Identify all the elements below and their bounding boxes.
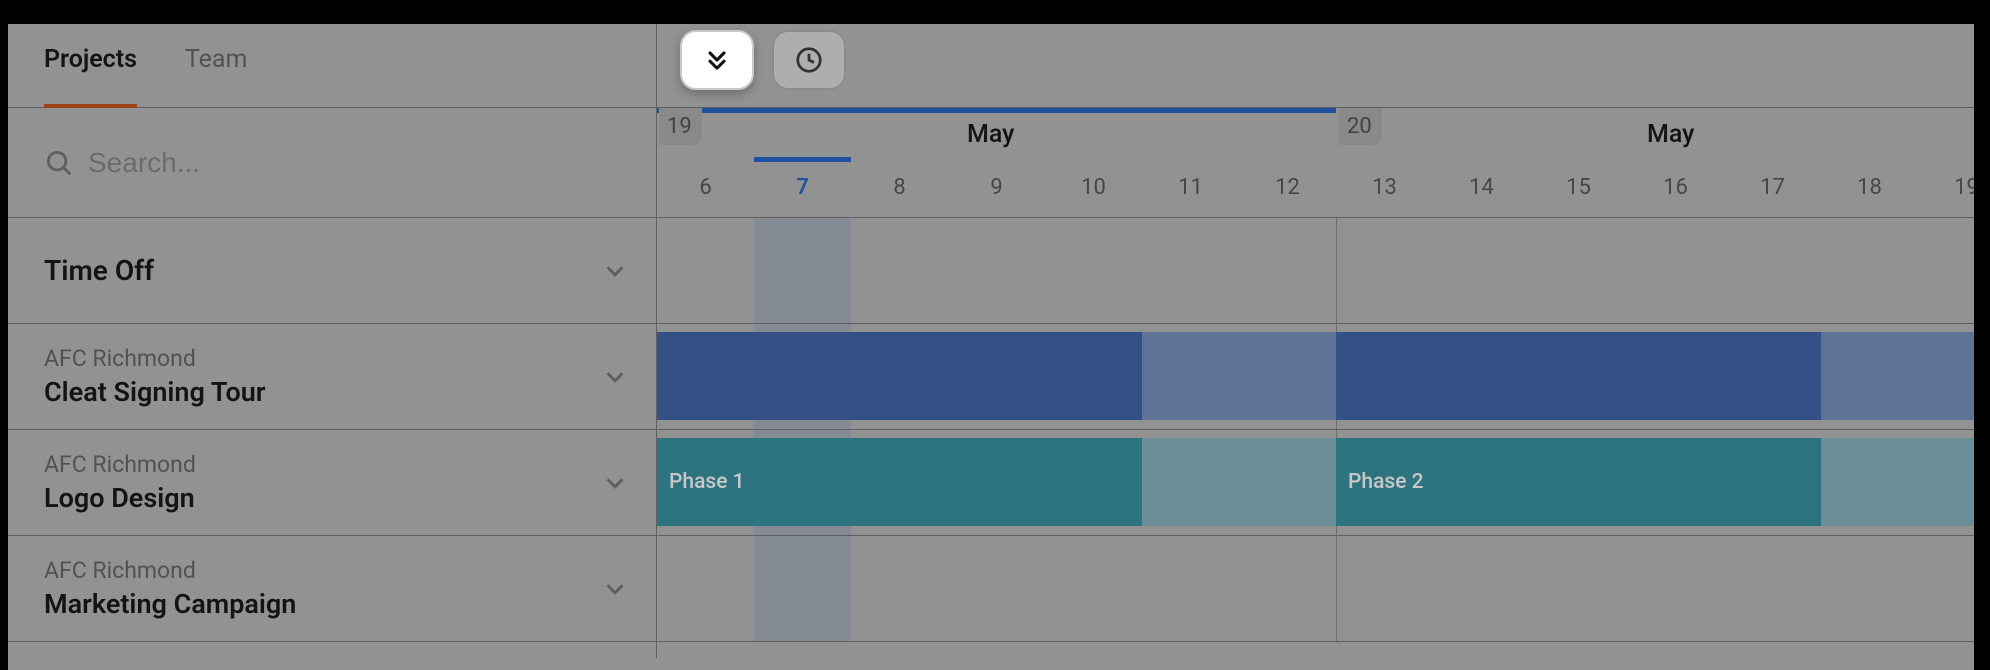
month-label-first: May [967, 120, 1014, 149]
gantt-bar-weekend[interactable] [1821, 438, 1990, 526]
week-indicator [657, 108, 1336, 113]
clock-icon [794, 45, 824, 75]
row-title: Logo Design [44, 482, 600, 514]
top-gutter [0, 12, 1990, 24]
month-label-second: May [1647, 120, 1694, 149]
row-client: AFC Richmond [44, 451, 600, 478]
gantt-bar-weekend[interactable] [1142, 438, 1336, 526]
row-marketing-campaign[interactable]: AFC Richmond Marketing Campaign [8, 536, 656, 642]
timeline-row-time-off[interactable] [657, 218, 1990, 324]
tab-projects[interactable]: Projects [44, 11, 137, 108]
today-indicator [754, 157, 851, 162]
day-cell[interactable]: 18 [1821, 157, 1918, 217]
row-logo-design[interactable]: AFC Richmond Logo Design [8, 430, 656, 536]
tabs: Projects Team [8, 12, 656, 108]
chevron-down-icon[interactable] [600, 256, 630, 286]
row-title: Marketing Campaign [44, 588, 600, 620]
left-gutter [0, 12, 8, 670]
timeline-header [657, 12, 1990, 108]
day-cell[interactable]: 9 [948, 157, 1045, 217]
row-client: AFC Richmond [44, 345, 600, 372]
gantt-bar-weekend[interactable] [1142, 332, 1336, 420]
search-input[interactable] [88, 147, 620, 179]
chevron-down-icon[interactable] [600, 362, 630, 392]
day-cell[interactable]: 12 [1239, 157, 1336, 217]
day-cell-today[interactable]: 7 [754, 157, 851, 217]
day-cell[interactable]: 10 [1045, 157, 1142, 217]
day-cell[interactable]: 15 [1530, 157, 1627, 217]
time-button[interactable] [772, 30, 846, 90]
chevron-down-icon[interactable] [600, 468, 630, 498]
row-title: Time Off [44, 254, 600, 287]
day-cell[interactable]: 14 [1433, 157, 1530, 217]
today-column [754, 218, 851, 323]
timeline-row-cleat[interactable] [657, 324, 1990, 430]
sidebar: Projects Team Time Off AF [8, 12, 657, 658]
row-cleat-signing[interactable]: AFC Richmond Cleat Signing Tour [8, 324, 656, 430]
gantt-bar[interactable] [657, 332, 1142, 420]
day-cell[interactable]: 17 [1724, 157, 1821, 217]
week-separator [1336, 536, 1337, 641]
row-client: AFC Richmond [44, 557, 600, 584]
day-cell[interactable]: 6 [657, 157, 754, 217]
expand-all-button[interactable] [680, 30, 754, 90]
week-separator [1336, 218, 1337, 323]
gantt-bar-phase1[interactable]: Phase 1 [657, 438, 1142, 526]
timeline-row-marketing[interactable] [657, 536, 1990, 642]
gantt-bar-phase2[interactable]: Phase 2 [1336, 438, 1821, 526]
gantt-bar[interactable] [1336, 332, 1821, 420]
toolbar [680, 30, 846, 90]
today-column [754, 536, 851, 641]
timeline[interactable]: 19 May 20 May 6 7 8 9 10 11 12 13 14 [657, 12, 1990, 658]
day-row: 6 7 8 9 10 11 12 13 14 15 16 17 18 [657, 157, 1990, 217]
chevron-down-icon[interactable] [600, 574, 630, 604]
right-gutter [1974, 12, 1990, 670]
day-cell[interactable]: 11 [1142, 157, 1239, 217]
week-label-first: 19 [659, 108, 702, 145]
gantt-bar-weekend[interactable] [1821, 332, 1990, 420]
row-time-off[interactable]: Time Off [8, 218, 656, 324]
double-chevron-down-icon [703, 46, 731, 74]
day-number: 7 [796, 175, 809, 200]
day-cell[interactable]: 8 [851, 157, 948, 217]
timeline-datebar: 19 May 20 May 6 7 8 9 10 11 12 13 14 [657, 108, 1990, 218]
row-title: Cleat Signing Tour [44, 376, 600, 408]
search-row [8, 108, 656, 218]
day-cell[interactable]: 16 [1627, 157, 1724, 217]
week-label-second: 20 [1339, 108, 1382, 145]
day-cell[interactable]: 13 [1336, 157, 1433, 217]
search-icon [44, 148, 74, 178]
timeline-row-logo[interactable]: Phase 1 Phase 2 [657, 430, 1990, 536]
tab-team[interactable]: Team [185, 11, 248, 108]
